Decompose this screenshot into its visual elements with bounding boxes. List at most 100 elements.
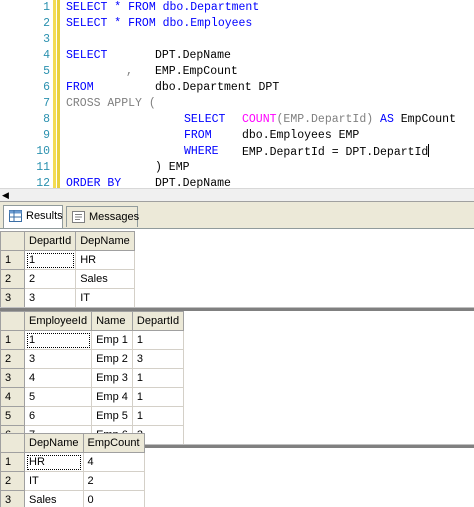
grid-cell[interactable]: IT <box>24 471 84 491</box>
grid-corner[interactable] <box>0 311 25 331</box>
row-header[interactable]: 5 <box>0 406 25 426</box>
grid-cell[interactable]: Emp 2 <box>91 349 133 369</box>
column-header[interactable]: DepName <box>24 433 84 453</box>
row-header[interactable]: 1 <box>0 330 25 350</box>
table-row[interactable]: 3 Sales 0 <box>0 490 145 507</box>
code-text: EMP.EmpCount <box>155 65 238 78</box>
comma: , <box>126 65 133 78</box>
grid-cell[interactable]: 3 <box>23 349 93 369</box>
code-line[interactable]: dbo.Employees EMP <box>242 128 359 144</box>
grid-cell[interactable]: Emp 5 <box>91 406 133 426</box>
code-text: EmpCount <box>400 113 456 126</box>
grid-corner[interactable] <box>0 231 25 251</box>
code-line[interactable]: WHERE <box>184 144 219 160</box>
row-header[interactable]: 4 <box>0 387 25 407</box>
row-header[interactable]: 3 <box>0 288 25 308</box>
grid-cell[interactable]: 0 <box>82 490 145 507</box>
table-row[interactable]: 2 3 Emp 2 3 <box>0 349 185 369</box>
code-line[interactable]: SELECT * FROM dbo.Department <box>66 0 259 16</box>
row-header[interactable]: 3 <box>0 490 25 507</box>
grid-cell[interactable]: HR <box>24 452 84 472</box>
messages-icon <box>72 211 85 223</box>
row-header[interactable]: 2 <box>0 471 25 491</box>
code-line[interactable]: CROSS APPLY ( <box>66 96 156 112</box>
code-line[interactable]: EMP.EmpCount <box>155 64 238 80</box>
table-row[interactable]: 2 IT 2 <box>0 471 145 491</box>
keyword-select: SELECT <box>66 49 108 62</box>
keyword-as: AS <box>380 113 394 126</box>
result-grid-departments[interactable]: DepartId DepName 1 1 HR 2 2 Sales 3 3 IT <box>0 231 135 308</box>
table-row[interactable]: 1 1 Emp 1 1 <box>0 330 185 350</box>
code-text: dbo.Employees EMP <box>242 129 360 142</box>
horizontal-scrollbar[interactable]: ◀ <box>0 188 474 202</box>
column-header[interactable]: DepName <box>75 231 135 251</box>
grid-cell[interactable]: 6 <box>23 406 93 426</box>
code-line[interactable]: ) EMP <box>155 160 190 176</box>
grid-cell[interactable]: IT <box>75 288 135 308</box>
tab-results[interactable]: Results <box>3 205 63 228</box>
results-tab-bar: Results Messages <box>0 202 474 229</box>
grid-cell[interactable]: Emp 3 <box>91 368 133 388</box>
grid-cell[interactable]: Sales <box>75 269 135 289</box>
code-line[interactable]: FROM <box>66 80 94 96</box>
table-row[interactable]: 1 1 HR <box>0 250 135 270</box>
tab-label: Messages <box>89 211 140 223</box>
table-row[interactable]: 5 6 Emp 5 1 <box>0 406 185 426</box>
grid-cell[interactable]: 3 <box>131 349 185 369</box>
line-number: 12 <box>36 177 50 188</box>
grid-corner[interactable] <box>0 433 25 453</box>
grid-cell[interactable]: 1 <box>131 387 185 407</box>
column-header[interactable]: EmployeeId <box>23 311 93 331</box>
column-header[interactable]: Name <box>91 311 133 331</box>
code-line[interactable]: ORDER BY <box>66 176 121 188</box>
grid-cell[interactable]: 4 <box>82 452 145 472</box>
code-line[interactable]: SELECT * FROM dbo.Employees <box>66 16 252 32</box>
scroll-left-arrow-icon[interactable]: ◀ <box>2 190 9 200</box>
code-line[interactable]: COUNT(EMP.DepartId) AS EmpCount <box>242 112 456 128</box>
code-text: (EMP.DepartId) <box>276 113 374 126</box>
row-header[interactable]: 3 <box>0 368 25 388</box>
column-header[interactable]: DepartId <box>131 311 185 331</box>
table-row[interactable]: 1 HR 4 <box>0 452 145 472</box>
grid-cell[interactable]: HR <box>75 250 135 270</box>
grid-cell[interactable]: 2 <box>82 471 145 491</box>
grid-cell[interactable]: 2 <box>23 269 77 289</box>
grid-cell[interactable]: 3 <box>23 288 77 308</box>
row-header[interactable]: 2 <box>0 349 25 369</box>
grid-cell[interactable]: 1 <box>131 368 185 388</box>
column-header[interactable]: EmpCount <box>82 433 145 453</box>
table-row[interactable]: 3 3 IT <box>0 288 135 308</box>
grid-cell[interactable]: 1 <box>131 406 185 426</box>
grid-cell[interactable]: Sales <box>24 490 84 507</box>
result-grid-employees[interactable]: EmployeeId Name DepartId 1 1 Emp 1 1 2 3… <box>0 311 185 445</box>
row-header[interactable]: 1 <box>0 452 25 472</box>
grid-cell[interactable]: 5 <box>23 387 93 407</box>
table-row[interactable]: 3 4 Emp 3 1 <box>0 368 185 388</box>
grid-cell[interactable]: 1 <box>23 330 93 350</box>
sql-editor[interactable]: 1 2 3 4 5 6 7 8 9 10 11 12 SELECT * FROM… <box>0 0 474 188</box>
changed-line-marker <box>53 0 56 188</box>
row-header[interactable]: 2 <box>0 269 25 289</box>
code-text: dbo.Department DPT <box>155 81 280 94</box>
tab-messages[interactable]: Messages <box>66 206 140 227</box>
grid-cell[interactable]: 1 <box>23 250 77 270</box>
grid-cell[interactable]: Emp 4 <box>91 387 133 407</box>
column-header[interactable]: DepartId <box>23 231 77 251</box>
line-number: 1 <box>43 1 50 14</box>
table-row[interactable]: 2 2 Sales <box>0 269 135 289</box>
code-line[interactable]: SELECT <box>66 48 107 64</box>
code-line[interactable]: SELECT <box>184 112 225 128</box>
code-line[interactable]: DPT.DepName <box>155 48 231 64</box>
code-line[interactable]: DPT.DepName <box>155 176 231 188</box>
code-line[interactable]: FROM <box>184 128 212 144</box>
code-line[interactable]: EMP.DepartId = DPT.DepartId <box>242 144 430 161</box>
result-grid-empcount[interactable]: DepName EmpCount 1 HR 4 2 IT 2 3 Sales 0 <box>0 433 145 507</box>
code-line[interactable]: dbo.Department DPT <box>155 80 279 96</box>
code-line[interactable]: , <box>126 64 133 80</box>
row-header[interactable]: 1 <box>0 250 25 270</box>
table-row[interactable]: 4 5 Emp 4 1 <box>0 387 185 407</box>
grid-cell[interactable]: 4 <box>23 368 93 388</box>
grid-cell[interactable]: 1 <box>131 330 185 350</box>
line-number: 9 <box>43 129 50 142</box>
grid-cell[interactable]: Emp 1 <box>91 330 133 350</box>
